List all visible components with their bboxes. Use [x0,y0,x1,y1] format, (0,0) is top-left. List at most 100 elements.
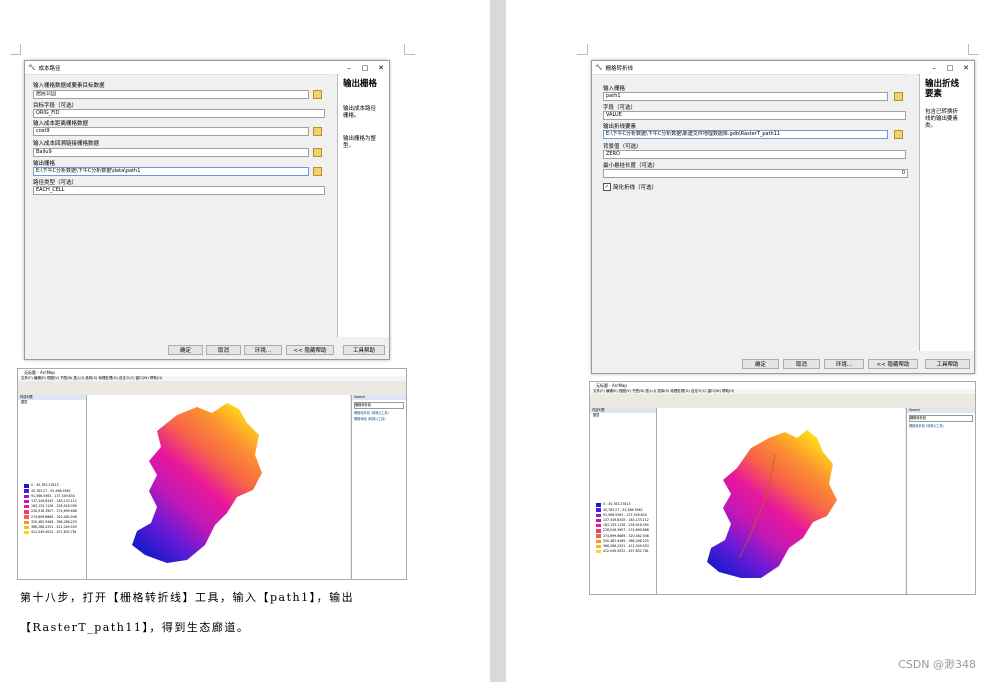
folder-browse-icon[interactable] [313,127,322,136]
legend-swatch [24,489,29,493]
page-corner-mark [577,44,588,55]
folder-browse-icon[interactable] [313,148,322,157]
dialog-title: 成本路径 [38,65,61,72]
folder-browse-icon[interactable] [894,92,903,101]
field-select[interactable]: VALUE [603,111,906,120]
hide-help-button[interactable]: << 隐藏帮助 [868,359,918,369]
background-value-select[interactable]: ZERO [603,150,906,159]
legend-swatch [596,534,601,538]
page-corner-mark [968,44,979,55]
cost-distance-field[interactable]: cost9 [33,127,309,136]
maximize-button[interactable]: □ [357,64,373,72]
hammer-icon: 🔨 [595,64,603,71]
dialog-scrollbar[interactable] [328,74,335,337]
environments-button[interactable]: 环境... [824,359,864,369]
search-title: Search [352,395,406,401]
hide-help-button[interactable]: << 隐藏帮助 [286,345,334,355]
simplify-checkbox[interactable]: ✓ [603,183,611,191]
legend-list: 0 - 45,783.27813 45,783.27 - 91,566.5562 9… [590,502,656,554]
dialog-titlebar: 🔨 成本路径 – □ ✕ [25,61,389,75]
min-dangle-input[interactable]: 0 [603,169,908,178]
legend-swatch [24,484,29,488]
target-field-select[interactable]: ORIG_FID [33,109,325,118]
watermark: CSDN @渺348 [898,658,976,671]
help-text: 输出栅格为整型。 [343,136,377,149]
arcmap-toolbar[interactable] [18,381,406,396]
close-button[interactable]: ✕ [373,64,389,72]
output-raster-field[interactable]: E:\下午C分析数据\下午C分析数据\data\path1 [33,167,309,176]
map-view[interactable] [87,395,350,579]
arcmap-titlebar: 无标题 - ArcMap [590,382,975,389]
field-label: 背景值（可选） [603,144,642,150]
field-label: 输出折线要素 [603,124,637,130]
table-of-contents[interactable]: 内容列表 图层 0 - 45,783.27813 45,783.27 - 91,5… [590,408,657,594]
help-text: 包含已转换折线的输出要素类。 [925,109,959,129]
toc-placeholder [18,405,86,483]
input-raster-field[interactable]: path1 [603,92,888,101]
legend-swatch [24,499,29,504]
legend-swatch [596,503,601,507]
maximize-button[interactable]: □ [942,64,958,72]
path-type-select[interactable]: EACH_CELL [33,186,325,195]
legend-swatch [596,518,601,523]
legend-swatch [596,549,601,554]
legend-label: 412,049.5032 - 457,832.781 [603,549,649,554]
close-button[interactable]: ✕ [958,64,974,72]
field-label: 输出栅格 [33,161,56,167]
toc-placeholder [590,418,656,502]
folder-browse-icon[interactable] [313,90,322,99]
arcmap-window: 无标题 - ArcMap 文件(F) 编辑(E) 视图(V) 书签(B) 插入(… [589,381,976,595]
field-label: 输入栅格 [603,86,626,92]
map-raster [132,403,262,563]
search-input[interactable]: 栅格转折线 [909,415,973,423]
field-label: 目标字段（可选） [33,103,78,109]
search-result-link[interactable]: 栅格转面 (转换)(工具) [352,417,406,422]
tool-help-button[interactable]: 工具帮助 [343,345,385,355]
body-text-line: 【RasterT_path11】，得到生态廊道。 [20,621,250,634]
legend-swatch [24,520,29,525]
field-label: 输入成本回溯链接栅格数据 [33,141,100,147]
search-result-link[interactable]: 栅格转折线 (转换)(工具) [907,424,975,429]
search-panel[interactable]: Search 栅格转折线 栅格转折线 (转换)(工具) [906,408,975,594]
search-input[interactable]: 栅格转折线 [354,402,404,410]
legend-swatch [24,525,29,530]
search-panel[interactable]: Search 栅格转折线 栅格转折线 (转换)(工具) 栅格转面 (转换)(工具… [351,395,406,579]
folder-browse-icon[interactable] [894,130,903,139]
dialog-scrollbar[interactable] [908,74,915,351]
arcmap-toolbar[interactable] [590,394,975,409]
table-of-contents[interactable]: 内容列表 图层 0 - 45,783.27813 45,783.27 - 91,5… [18,395,87,579]
help-panel: 输出折线要素 包含已转换折线的输出要素类。 [919,74,974,351]
input-raster-field[interactable]: 居民公园 [33,90,309,99]
map-raster [707,430,837,578]
field-label: 路径类型（可选） [33,180,78,186]
arcmap-window: 无标题 - ArcMap 文件(F) 编辑(E) 视图(V) 书签(B) 插入(… [17,368,407,580]
tool-help-button[interactable]: 工具帮助 [925,359,970,369]
body-text-line: 第十八步，打开【栅格转折线】工具，输入【path1】，输出 [20,591,355,604]
minimize-button[interactable]: – [341,64,357,72]
help-text: 输出成本路径栅格。 [343,106,377,119]
legend-swatch [24,530,29,535]
hammer-icon: 🔨 [28,64,36,71]
legend-swatch [596,544,601,549]
legend-swatch [24,515,29,519]
legend-list: 0 - 45,783.27813 45,783.27 - 91,566.5562 9… [18,483,86,535]
dialog-titlebar: 🔨 栅格转折线 – □ ✕ [592,61,974,75]
arcmap-titlebar: 无标题 - ArcMap [18,369,406,376]
cancel-button[interactable]: 取消 [783,359,820,369]
map-view[interactable] [657,408,905,594]
backlink-field[interactable]: Bailu9 [33,148,309,157]
legend-swatch [24,494,29,499]
page-gutter [490,0,506,682]
ok-button[interactable]: 确定 [168,345,203,355]
help-title: 输出折线要素 [925,79,960,99]
minimize-button[interactable]: – [926,64,942,72]
legend-label: 412,049.5032 - 457,832.781 [31,530,77,535]
environments-button[interactable]: 环境... [244,345,282,355]
raster-to-polyline-dialog: 🔨 栅格转折线 – □ ✕ 输入栅格 path1 字段（可选） VALUE 输出… [591,60,975,374]
legend-swatch [24,504,29,509]
output-polyline-field[interactable]: E:\下午C分析数据\下午C分析数据\新建文件地理数据库.gdb\RasterT… [603,130,888,139]
cancel-button[interactable]: 取消 [206,345,241,355]
legend-item: 412,049.5032 - 457,832.781 [24,530,86,535]
ok-button[interactable]: 确定 [742,359,779,369]
folder-browse-icon[interactable] [313,167,322,176]
